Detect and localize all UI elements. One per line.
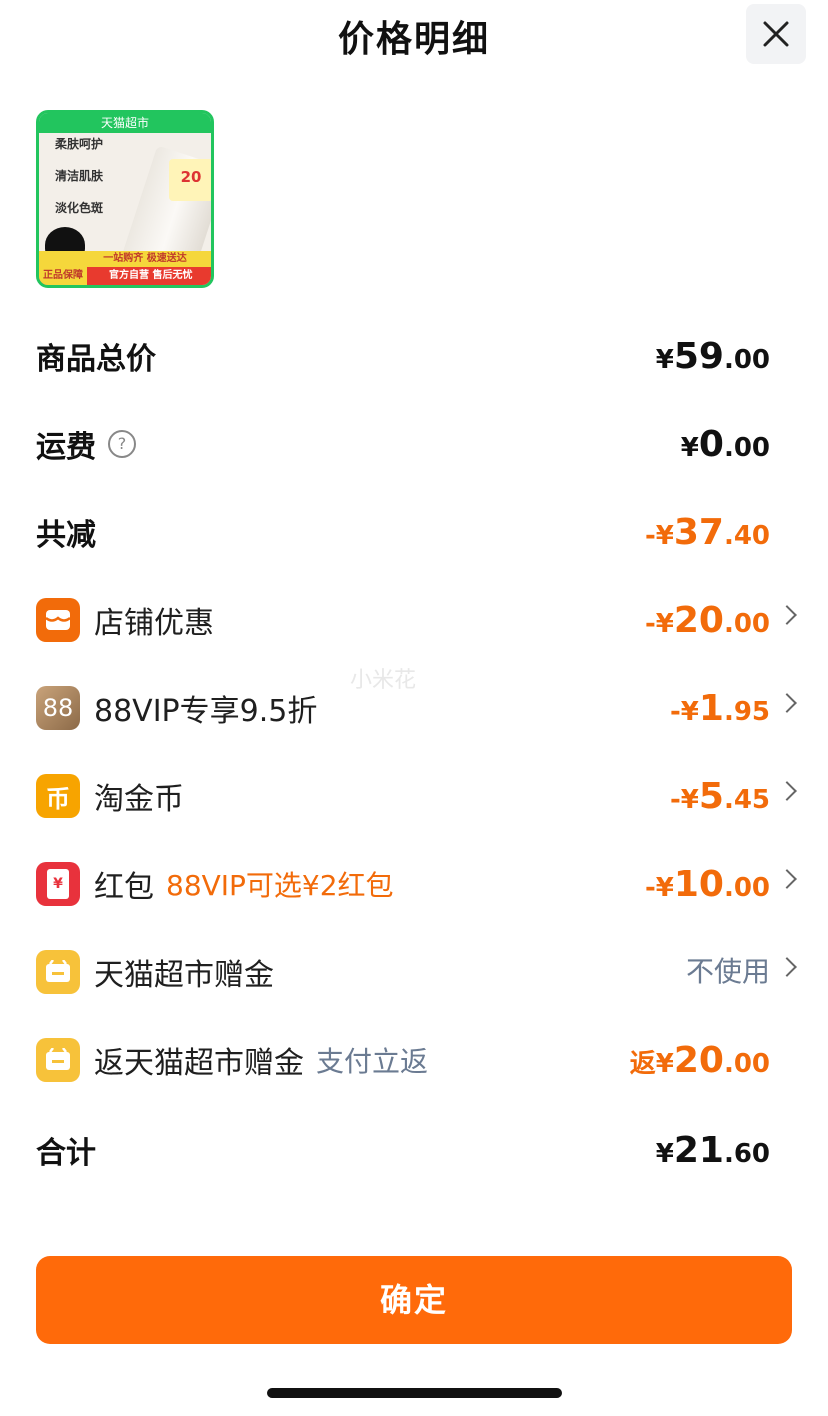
thumbnail-line: 柔肤呵护 [55, 137, 104, 151]
amount-dec: .00 [723, 1049, 770, 1079]
row-total-discount: 共减 -¥ 37 .40 [36, 502, 828, 562]
amount-dec: .00 [723, 873, 770, 903]
amount-dec: .40 [723, 521, 770, 551]
coins-label: 淘金币 [94, 782, 184, 817]
row-rebate: 返天猫超市赠金 支付立返 返¥ 20 .00 [36, 1030, 828, 1090]
row-gift-card[interactable]: 天猫超市赠金 不使用 [36, 942, 828, 1002]
gift-card-label: 天猫超市赠金 [94, 958, 274, 993]
chevron-right-icon [777, 693, 797, 713]
total-goods-label: 商品总价 [36, 342, 156, 377]
close-button[interactable] [746, 4, 806, 64]
store-icon [36, 598, 80, 642]
watermark: 小米花 [350, 668, 417, 693]
row-vip-discount[interactable]: 88 88VIP专享9.5折 -¥ 1 .95 [36, 678, 828, 738]
currency: -¥ [644, 873, 674, 903]
amount-dec: .00 [723, 345, 770, 375]
amount-int: 59 [673, 336, 724, 377]
currency: -¥ [669, 697, 699, 727]
coin-icon: 币 [36, 774, 80, 818]
rebate-label: 返天猫超市赠金 [94, 1046, 304, 1081]
row-store-discount[interactable]: 店铺优惠 -¥ 20 .00 [36, 590, 828, 650]
rebate-hint: 支付立返 [316, 1045, 429, 1078]
shipping-label: 运费 [36, 430, 96, 465]
close-icon [763, 21, 789, 47]
rebate-amount: 返¥ 20 .00 [630, 1030, 770, 1090]
amount-dec: .95 [723, 697, 770, 727]
chevron-right-icon [777, 605, 797, 625]
thumbnail-banner: 天猫超市 [39, 113, 211, 133]
currency: -¥ [669, 785, 699, 815]
shipping-amount: ¥ 0 .00 [681, 414, 770, 474]
currency: ¥ [680, 433, 699, 463]
row-total-goods: 商品总价 ¥ 59 .00 [36, 326, 828, 386]
vip-discount-label: 88VIP专享9.5折 [94, 694, 318, 729]
confirm-button[interactable]: 确定 [36, 1256, 792, 1344]
grand-total-label: 合计 [36, 1136, 96, 1171]
redpack-label: 红包 [94, 870, 154, 905]
amount-int: 0 [698, 424, 724, 465]
help-icon[interactable]: ? [108, 430, 136, 458]
vip-88-icon: 88 [36, 686, 80, 730]
coins-amount: -¥ 5 .45 [670, 766, 770, 826]
grand-total-amount: ¥ 21 .60 [656, 1120, 770, 1180]
row-shipping: 运费 ? ¥ 0 .00 [36, 414, 828, 474]
amount-int: 20 [673, 600, 724, 641]
amount-int: 10 [673, 864, 724, 905]
amount-int: 21 [673, 1130, 724, 1171]
thumbnail-badge: 正品保障 [39, 267, 87, 285]
thumbnail-footer-text: 官方自营 售后无忧 [109, 270, 193, 281]
amount-int: 1 [698, 688, 724, 729]
thumbnail-line: 淡化色斑 [55, 201, 104, 215]
chevron-right-icon [777, 869, 797, 889]
currency: -¥ [644, 609, 674, 639]
red-packet-glyph: ¥ [47, 869, 69, 899]
currency: 返¥ [629, 1049, 674, 1079]
amount-dec: .00 [723, 433, 770, 463]
row-redpack[interactable]: ¥ 红包 88VIP可选¥2红包 -¥ 10 .00 [36, 854, 828, 914]
store-discount-label: 店铺优惠 [94, 606, 214, 641]
row-grand-total: 合计 ¥ 21 .60 [36, 1120, 828, 1180]
rebate-card-icon [36, 1038, 80, 1082]
amount-int: 37 [673, 512, 724, 553]
vip-discount-amount: -¥ 1 .95 [670, 678, 770, 738]
total-goods-amount: ¥ 59 .00 [656, 326, 770, 386]
page-title: 价格明细 [337, 19, 490, 60]
thumbnail-coupon: 20 [169, 159, 211, 201]
store-discount-amount: -¥ 20 .00 [645, 590, 770, 650]
red-packet-icon: ¥ [36, 862, 80, 906]
product-thumbnail[interactable]: 天猫超市 柔肤呵护 清洁肌肤 淡化色斑 20 一站购齐 极速送达 正品保障 官方… [36, 110, 214, 288]
currency: ¥ [655, 345, 674, 375]
currency: ¥ [655, 1139, 674, 1169]
total-discount-label: 共减 [36, 518, 96, 553]
gift-card-value: 不使用 [685, 955, 770, 988]
amount-int: 5 [698, 776, 724, 817]
row-coins[interactable]: 币 淘金币 -¥ 5 .45 [36, 766, 828, 826]
chevron-right-icon [777, 957, 797, 977]
currency: -¥ [644, 521, 674, 551]
amount-dec: .00 [723, 609, 770, 639]
home-indicator[interactable] [267, 1388, 562, 1398]
gift-card-icon [36, 950, 80, 994]
redpack-hint: 88VIP可选¥2红包 [166, 869, 394, 902]
thumbnail-footer: 正品保障 官方自营 售后无忧 [39, 267, 211, 285]
thumbnail-slogan: 一站购齐 极速送达 [39, 251, 211, 267]
total-discount-amount: -¥ 37 .40 [645, 502, 770, 562]
amount-dec: .60 [723, 1139, 770, 1169]
amount-dec: .45 [723, 785, 770, 815]
redpack-amount: -¥ 10 .00 [645, 854, 770, 914]
thumbnail-line: 清洁肌肤 [55, 169, 104, 183]
chevron-right-icon [777, 781, 797, 801]
amount-int: 20 [673, 1040, 724, 1081]
